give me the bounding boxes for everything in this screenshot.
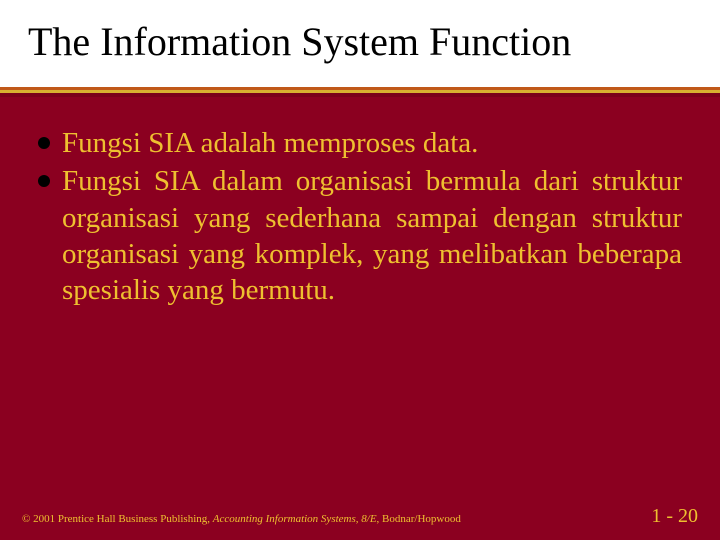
copyright-italic: Accounting Information Systems, 8/E	[213, 513, 377, 525]
bullet-icon	[38, 175, 50, 187]
slide-title: The Information System Function	[28, 18, 692, 65]
bullet-text: Fungsi SIA adalah memproses data.	[62, 125, 682, 161]
bullet-icon	[38, 137, 50, 149]
footer: © 2001 Prentice Hall Business Publishing…	[0, 505, 720, 528]
content-area: Fungsi SIA adalah memproses data. Fungsi…	[0, 97, 720, 308]
list-item: Fungsi SIA adalah memproses data.	[38, 125, 682, 161]
page-number: 1 - 20	[651, 505, 698, 528]
list-item: Fungsi SIA dalam organisasi bermula dari…	[38, 163, 682, 308]
title-area: The Information System Function	[0, 0, 720, 87]
copyright-suffix: , Bodnar/Hopwood	[377, 513, 461, 525]
divider-bar	[0, 87, 720, 97]
copyright-text: © 2001 Prentice Hall Business Publishing…	[22, 513, 461, 525]
copyright-prefix: © 2001 Prentice Hall Business Publishing…	[22, 513, 213, 525]
bullet-text: Fungsi SIA dalam organisasi bermula dari…	[62, 163, 682, 308]
